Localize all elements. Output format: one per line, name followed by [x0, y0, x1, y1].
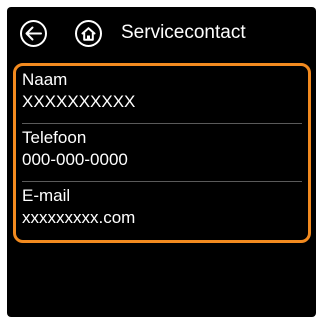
- back-button[interactable]: [20, 20, 47, 47]
- page-title: Servicecontact: [121, 22, 246, 43]
- home-button[interactable]: [75, 20, 102, 47]
- contact-row-name: Naam XXXXXXXXXX: [22, 66, 302, 124]
- device-screen: Servicecontact Naam XXXXXXXXXX Telefoon …: [7, 7, 316, 317]
- header-bar: Servicecontact: [7, 7, 316, 57]
- back-arrow-icon: [25, 26, 42, 41]
- email-label: E-mail: [22, 186, 71, 205]
- contact-panel: Naam XXXXXXXXXX Telefoon 000-000-0000 E-…: [13, 63, 311, 243]
- contact-row-phone: Telefoon 000-000-0000: [22, 124, 302, 182]
- phone-value: 000-000-0000: [22, 150, 128, 169]
- phone-label: Telefoon: [22, 128, 87, 147]
- contact-row-email: E-mail xxxxxxxxx.com: [22, 182, 302, 240]
- name-value: XXXXXXXXXX: [22, 92, 136, 111]
- home-icon: [81, 26, 96, 41]
- name-label: Naam: [22, 70, 68, 89]
- email-value: xxxxxxxxx.com: [22, 208, 136, 227]
